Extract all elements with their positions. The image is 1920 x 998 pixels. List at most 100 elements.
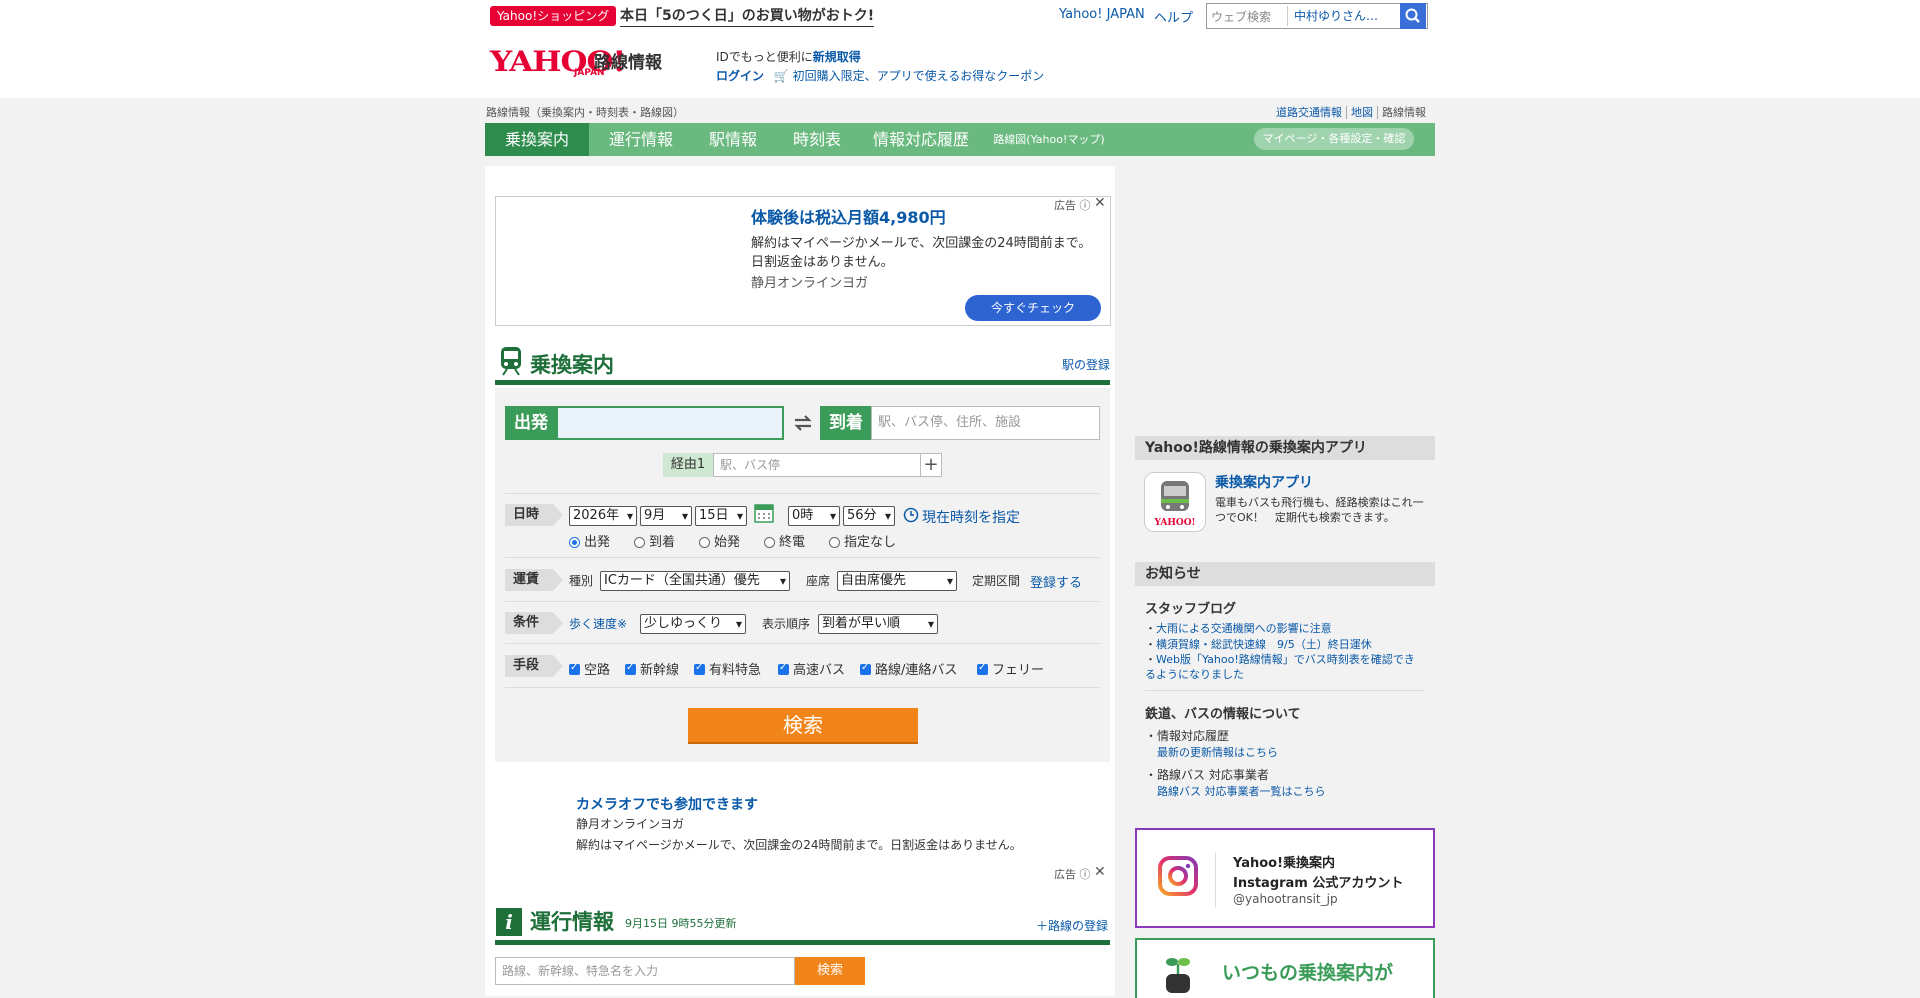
search-query[interactable]: 中村ゆりさん… bbox=[1287, 6, 1408, 26]
fare-label: 運賃 bbox=[505, 569, 563, 591]
service-links: 道路交通情報 地図 路線情報 bbox=[1272, 104, 1430, 120]
close-icon[interactable]: ✕ bbox=[1094, 195, 1106, 211]
info-history-link[interactable]: 最新の更新情報はこちら bbox=[1157, 744, 1278, 760]
info-item-bus: ・路線バス 対応事業者 bbox=[1145, 768, 1269, 782]
minute-select[interactable]: 56分 bbox=[843, 506, 895, 526]
blog-title: スタッフブログ bbox=[1145, 602, 1237, 617]
means-ferry[interactable]: フェリー bbox=[977, 659, 1044, 678]
search-submit-button[interactable]: 検索 bbox=[688, 708, 918, 744]
operation-rule bbox=[495, 940, 1110, 945]
app-description: 電車もバスも飛行機も、経路検索はこれ一つでOK！ 定期代も検索できます。 bbox=[1215, 496, 1424, 524]
means-shinkansen[interactable]: 新幹線 bbox=[625, 659, 679, 678]
seat-label: 座席 bbox=[806, 574, 831, 588]
ad-cta-button[interactable]: 今すぐチェック bbox=[965, 295, 1101, 321]
checkbox-icon bbox=[977, 662, 988, 675]
tab-station[interactable]: 駅情報 bbox=[693, 123, 773, 156]
month-select[interactable]: 9月 bbox=[640, 506, 692, 526]
app-section-header: Yahoo!路線情報の乗換案内アプリ bbox=[1135, 436, 1435, 460]
checkbox-icon bbox=[778, 662, 789, 675]
divider bbox=[1145, 690, 1425, 691]
promo-link[interactable]: 本日「5のつく日」のお買い物がおトク! bbox=[620, 6, 875, 27]
time-option-arrival[interactable]: 到着 bbox=[634, 531, 675, 550]
blog-item[interactable]: ・Web版「Yahoo!路線情報」でバス時刻表を確認できるようになりました bbox=[1145, 652, 1420, 682]
now-time-link[interactable]: 現在時刻を指定 bbox=[922, 507, 1020, 527]
to-label: 到着 bbox=[820, 406, 872, 440]
day-select[interactable]: 15日 bbox=[695, 506, 747, 526]
checkbox-icon bbox=[694, 662, 705, 675]
sub-bar bbox=[0, 98, 1920, 124]
line-search-input[interactable]: 路線、新幹線、特急名を入力 bbox=[495, 957, 795, 985]
add-via-button[interactable]: + bbox=[920, 453, 942, 477]
app-name-link[interactable]: 乗換案内アプリ bbox=[1215, 472, 1313, 492]
time-option-none[interactable]: 指定なし bbox=[829, 531, 896, 550]
ad-sponsor: 静月オンラインヨガ bbox=[751, 276, 869, 291]
means-limited-express[interactable]: 有料特急 bbox=[694, 659, 761, 678]
route-info-current: 路線情報 bbox=[1377, 106, 1430, 119]
divider bbox=[505, 557, 1100, 558]
year-select[interactable]: 2026年 bbox=[569, 506, 637, 526]
divider bbox=[505, 601, 1100, 602]
register-line-link[interactable]: ＋路線の登録 bbox=[1036, 917, 1108, 934]
insta-line1: Yahoo!乗換案内 bbox=[1233, 856, 1336, 871]
login-row: ログイン 🛒 初回購入限定、アプリで使えるお得なクーポン bbox=[716, 67, 1044, 84]
order-label: 表示順序 bbox=[762, 617, 811, 631]
line-search-button[interactable]: 検索 bbox=[795, 957, 865, 985]
from-input[interactable] bbox=[556, 406, 784, 440]
search-button[interactable] bbox=[1400, 3, 1426, 29]
ad-headline[interactable]: 体験後は税込月額4,980円 bbox=[751, 204, 946, 228]
means-air[interactable]: 空路 bbox=[569, 659, 610, 678]
means-route-bus[interactable]: 路線/連絡バス bbox=[860, 659, 957, 678]
walk-speed-link[interactable]: 歩く速度※ bbox=[569, 615, 627, 632]
time-option-last[interactable]: 終電 bbox=[764, 531, 805, 550]
to-input[interactable]: 駅、バス停、住所、施設 bbox=[871, 406, 1100, 440]
ad-line1: 解約はマイページかメールで、次回課金の24時間前まで。 bbox=[751, 236, 1092, 251]
register-link[interactable]: 新規取得 bbox=[813, 50, 861, 64]
commuter-register-link[interactable]: 登録する bbox=[1030, 572, 1082, 591]
coupon-link[interactable]: 初回購入限定、アプリで使えるお得なクーポン bbox=[793, 69, 1045, 83]
insta-line2: Instagram 公式アカウント bbox=[1233, 876, 1404, 891]
ad-label: 広告 ⓘ bbox=[1054, 199, 1091, 212]
tab-timetable[interactable]: 時刻表 bbox=[773, 123, 861, 156]
login-link[interactable]: ログイン bbox=[716, 69, 764, 83]
divider bbox=[505, 643, 1100, 644]
search-placeholder: ウェブ検索 bbox=[1211, 10, 1272, 24]
divider bbox=[505, 493, 1100, 494]
web-search-box[interactable]: ウェブ検索 中村ゆりさん… bbox=[1206, 3, 1428, 29]
order-select[interactable]: 到着が早い順 bbox=[818, 614, 938, 634]
blog-item[interactable]: ・大雨による交通機関への影響に注意 bbox=[1145, 620, 1332, 636]
ad-line2: 日割返金はありません。 bbox=[751, 255, 894, 270]
divider bbox=[1215, 852, 1216, 908]
hour-select[interactable]: 0時 bbox=[788, 506, 840, 526]
via-input[interactable]: 駅、バス停 bbox=[713, 453, 921, 477]
calendar-icon[interactable] bbox=[754, 502, 774, 524]
walk-speed-select[interactable]: 少しゆっくり bbox=[640, 614, 746, 634]
tab-route-map[interactable]: 路線図(Yahoo!マップ) bbox=[989, 123, 1109, 156]
clock-icon bbox=[903, 507, 919, 523]
shopping-tag[interactable]: Yahoo!ショッピング bbox=[490, 6, 617, 26]
means-highway-bus[interactable]: 高速バス bbox=[778, 659, 845, 678]
ad2-close-icon[interactable]: ✕ bbox=[1094, 864, 1106, 880]
tab-operation[interactable]: 運行情報 bbox=[589, 123, 693, 156]
green-banner-text: いつもの乗換案内が bbox=[1222, 962, 1394, 984]
register-station-link[interactable]: 駅の登録 bbox=[1062, 356, 1110, 373]
seat-select[interactable]: 自由席優先 bbox=[837, 571, 957, 591]
via-label: 経由1 bbox=[663, 453, 713, 477]
site-title[interactable]: 路線情報 bbox=[594, 48, 662, 73]
map-link[interactable]: 地図 bbox=[1351, 106, 1373, 119]
help-link[interactable]: ヘルプ bbox=[1154, 7, 1193, 26]
time-option-departure[interactable]: 出発 bbox=[569, 531, 610, 550]
blog-item[interactable]: ・横須賀線・総武快速線 9/5（土）終日運休 bbox=[1145, 636, 1372, 652]
mypage-button[interactable]: マイページ・各種設定・確認 bbox=[1254, 128, 1414, 150]
time-option-first[interactable]: 始発 bbox=[699, 531, 740, 550]
swap-icon[interactable] bbox=[792, 412, 814, 434]
tab-transfer[interactable]: 乗換案内 bbox=[485, 123, 589, 156]
operation-title: 運行情報 bbox=[530, 910, 614, 934]
ad2-headline[interactable]: カメラオフでも参加できます bbox=[576, 794, 758, 814]
yahoo-japan-link[interactable]: Yahoo! JAPAN bbox=[1059, 7, 1145, 22]
tab-history[interactable]: 情報対応履歴 bbox=[861, 123, 981, 156]
fare-type-select[interactable]: ICカード（全国共通）優先 bbox=[600, 571, 790, 591]
info-bus-link[interactable]: 路線バス 対応事業者一覧はこちら bbox=[1157, 783, 1326, 799]
train-icon bbox=[501, 347, 521, 376]
app-icon[interactable]: YAHOO! bbox=[1144, 472, 1206, 532]
road-traffic-link[interactable]: 道路交通情報 bbox=[1276, 106, 1342, 119]
